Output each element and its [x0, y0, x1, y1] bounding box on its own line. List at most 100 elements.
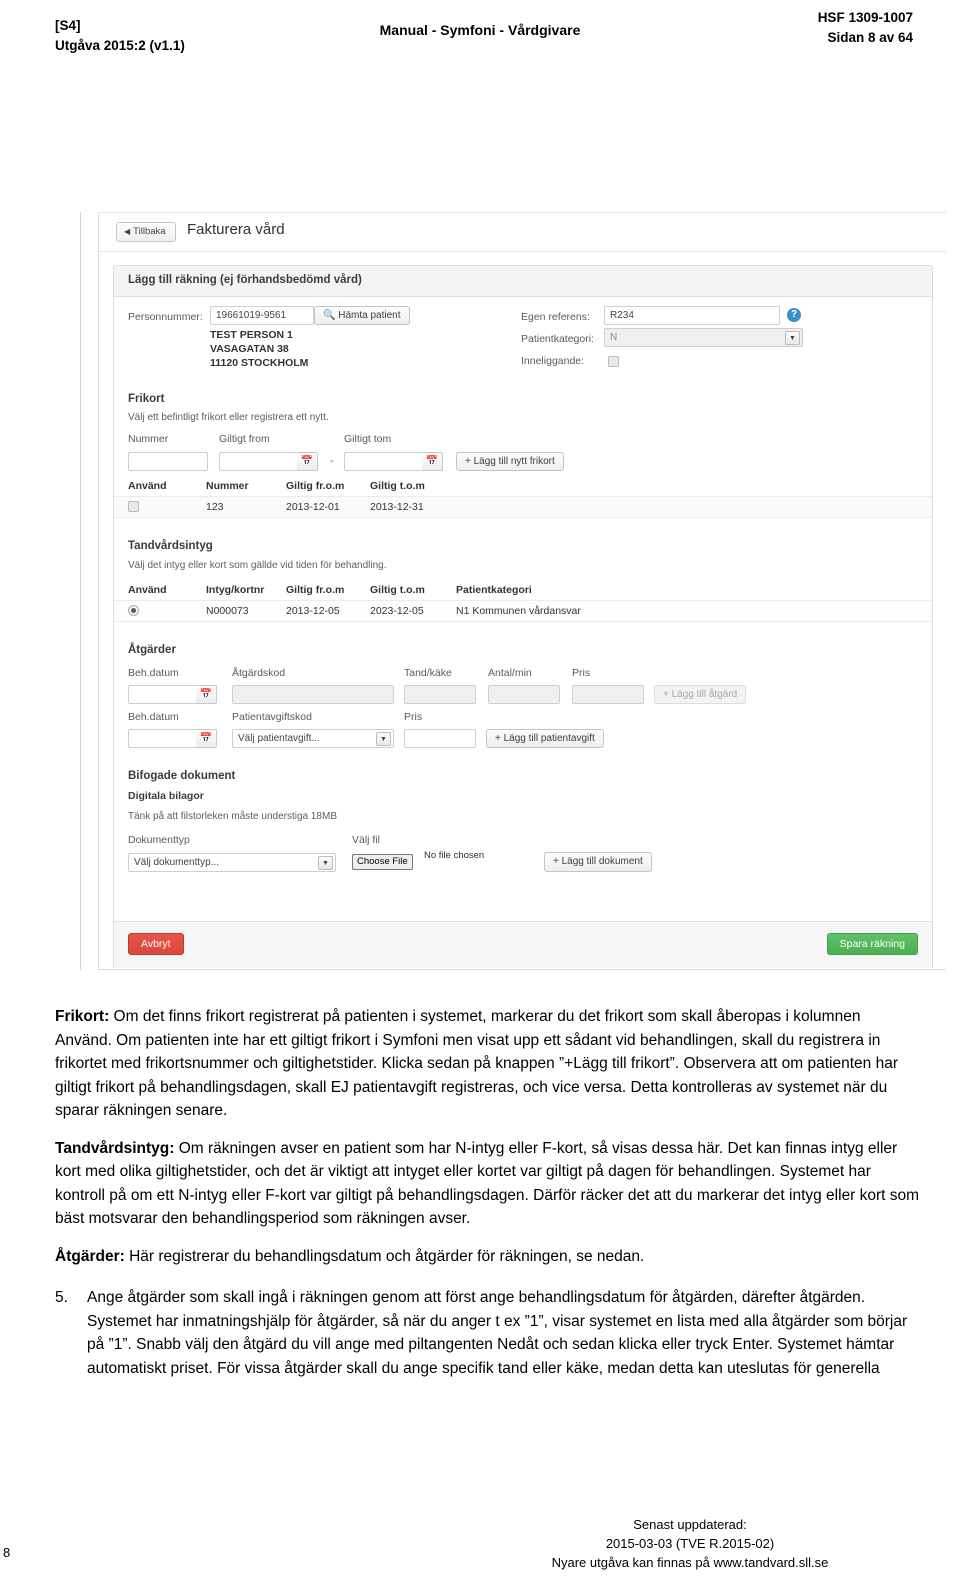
add-patientavgift-button[interactable]: + Lägg till patientavgift: [486, 729, 604, 748]
frikort-tom-input[interactable]: [344, 452, 422, 471]
cancel-button[interactable]: Avbryt: [128, 933, 184, 955]
intyg-row-radio[interactable]: [128, 605, 139, 616]
intyg-col-nr: Intyg/kortnr: [206, 584, 265, 596]
patient-name: TEST PERSON 1: [210, 329, 293, 341]
paragraph-tandvardsintyg-text: Om räkningen avser en patient som har N-…: [55, 1139, 920, 1228]
egen-referens-label: Egen referens:: [521, 311, 590, 323]
atgarder-atgardskod-label: Åtgärdskod: [232, 667, 286, 679]
paragraph-frikort-lead: Frikort:: [55, 1008, 110, 1025]
document-body: Frikort: Om det finns frikort registrera…: [55, 1005, 920, 1380]
chevron-down-icon: ▼: [318, 856, 333, 870]
inneliggande-checkbox[interactable]: [608, 356, 619, 367]
paragraph-atgarder: Åtgärder: Här registrerar du behandlings…: [55, 1245, 920, 1269]
choose-file-button[interactable]: Choose File: [352, 854, 413, 870]
patient-city: 11120 STOCKHOLM: [210, 357, 309, 369]
frikort-row-checkbox[interactable]: [128, 501, 139, 512]
frikort-from-label: Giltigt from: [219, 433, 270, 445]
dokumenttyp-select[interactable]: Välj dokumenttyp... ▼: [128, 853, 336, 872]
inneliggande-label: Inneliggande:: [521, 355, 585, 367]
intyg-col-anvand: Använd: [128, 584, 167, 596]
atgarder-title: Åtgärder: [128, 644, 176, 656]
add-frikort-button[interactable]: + Lägg till nytt frikort: [456, 452, 564, 471]
tandkake-input[interactable]: [404, 685, 476, 704]
footer-updated-date: 2015-03-03 (TVE R.2015-02): [605, 1536, 775, 1551]
chevron-left-icon: ◀: [124, 227, 131, 236]
atgarder-behdatum-input[interactable]: [128, 685, 196, 704]
page-number: 8: [3, 1545, 11, 1560]
file-status-text: No file chosen: [424, 850, 485, 861]
paragraph-tandvardsintyg: Tandvårdsintyg: Om räkningen avser en pa…: [55, 1137, 920, 1231]
intyg-row-kategori: N1 Kommunen vårdansvar: [456, 605, 581, 617]
header-edition: Utgåva 2015:2 (v1.1): [55, 38, 185, 53]
frikort-col-anvand: Använd: [128, 480, 167, 492]
patientavgift-pris-input[interactable]: [404, 729, 476, 748]
antalmin-input[interactable]: [488, 685, 560, 704]
page-header: [S4] Utgåva 2015:2 (v1.1) Manual - Symfo…: [0, 8, 960, 62]
intyg-col-kategori: Patientkategori: [456, 584, 532, 596]
list-item: 5. Ange åtgärder som skall ingå i räknin…: [55, 1286, 920, 1380]
frikort-nummer-input[interactable]: [128, 452, 208, 471]
frikort-note: Välj ett befintligt frikort eller regist…: [128, 412, 329, 423]
app-topbar: ◀ Tillbaka Fakturera vård: [99, 213, 946, 252]
patient-street: VASAGATAN 38: [210, 343, 289, 355]
app-window: ◀ Tillbaka Fakturera vård Lägg till räkni…: [98, 212, 946, 970]
dokument-note: Tänk på att filstorleken måste understig…: [128, 811, 337, 822]
table-row: N000073 2013-12-05 2023-12-05 N1 Kommune…: [114, 600, 932, 622]
patientkategori-select[interactable]: N ▼: [604, 328, 803, 347]
frikort-title: Frikort: [128, 393, 165, 405]
search-icon: 🔍: [323, 310, 336, 321]
list-item-text: Ange åtgärder som skall ingå i räkningen…: [87, 1289, 908, 1377]
chevron-down-icon: ▼: [785, 331, 800, 345]
patientavgiftskod-select[interactable]: Välj patientavgift... ▼: [232, 729, 394, 748]
patientkategori-value: N: [610, 332, 618, 343]
chevron-down-icon: ▼: [376, 732, 391, 746]
fetch-patient-button[interactable]: 🔍 Hämta patient: [314, 306, 410, 325]
back-button[interactable]: ◀ Tillbaka: [116, 222, 176, 242]
panel-header: Lägg till räkning (ej förhandsbedömd vår…: [114, 266, 932, 297]
add-atgard-button[interactable]: + Lägg till åtgärd: [654, 685, 747, 704]
header-right: HSF 1309-1007 Sidan 8 av 64: [818, 8, 913, 48]
atgardskod-input[interactable]: [232, 685, 394, 704]
embedded-screenshot: ◀ Tillbaka Fakturera vård Lägg till räkni…: [80, 212, 946, 970]
intyg-row-nr: N000073: [206, 605, 249, 617]
dokumenttyp-value: Välj dokumenttyp...: [134, 857, 220, 868]
personnummer-input[interactable]: 19661019-9561: [210, 306, 314, 325]
frikort-nummer-label: Nummer: [128, 433, 169, 445]
patientavgift-behdatum-input[interactable]: [128, 729, 196, 748]
calendar-icon[interactable]: 📅: [297, 452, 318, 471]
footer-newer-edition-note: Nyare utgåva kan finnas på www.tandvard.…: [551, 1555, 829, 1570]
frikort-date-separator: -: [330, 455, 334, 467]
frikort-row-tom: 2013-12-31: [370, 501, 424, 513]
header-page-indicator: Sidan 8 av 64: [827, 30, 913, 45]
dokument-subtitle: Digitala bilagor: [128, 790, 204, 802]
add-dokument-button[interactable]: + Lägg till dokument: [544, 852, 652, 872]
paragraph-frikort: Frikort: Om det finns frikort registrera…: [55, 1005, 920, 1123]
fetch-patient-label: Hämta patient: [338, 310, 401, 321]
header-ref-number: HSF 1309-1007: [817, 10, 913, 25]
help-icon[interactable]: ?: [787, 308, 801, 322]
frikort-col-from: Giltig fr.o.m: [286, 480, 345, 492]
back-button-label: Tillbaka: [133, 226, 166, 237]
patientavgiftskod-value: Välj patientavgift...: [238, 733, 320, 744]
personnummer-label: Personnummer:: [128, 311, 203, 323]
egen-referens-input[interactable]: R234: [604, 306, 780, 325]
intyg-col-from: Giltig fr.o.m: [286, 584, 345, 596]
intyg-title: Tandvårdsintyg: [128, 540, 213, 552]
atgarder-behdatum-label: Beh.datum: [128, 667, 179, 679]
paragraph-atgarder-text: Här registrerar du behandlingsdatum och …: [124, 1247, 645, 1265]
list-item-number: 5.: [55, 1289, 68, 1306]
atgarder-tandkake-label: Tand/käke: [404, 667, 452, 679]
patientavgiftskod-label: Patientavgiftskod: [232, 711, 312, 723]
intyg-row-tom: 2023-12-05: [370, 605, 424, 617]
calendar-icon[interactable]: 📅: [196, 729, 217, 748]
paragraph-tandvardsintyg-lead: Tandvårdsintyg:: [55, 1139, 175, 1157]
footer-updated-label: Senast uppdaterad:: [633, 1517, 747, 1532]
calendar-icon[interactable]: 📅: [422, 452, 443, 471]
save-invoice-button[interactable]: Spara räkning: [826, 933, 918, 955]
paragraph-atgarder-lead: Åtgärder:: [55, 1247, 125, 1265]
dokumenttyp-label: Dokumenttyp: [128, 834, 190, 846]
pris-input[interactable]: [572, 685, 644, 704]
frikort-from-input[interactable]: [219, 452, 297, 471]
calendar-icon[interactable]: 📅: [196, 685, 217, 704]
frikort-col-nummer: Nummer: [206, 480, 249, 492]
